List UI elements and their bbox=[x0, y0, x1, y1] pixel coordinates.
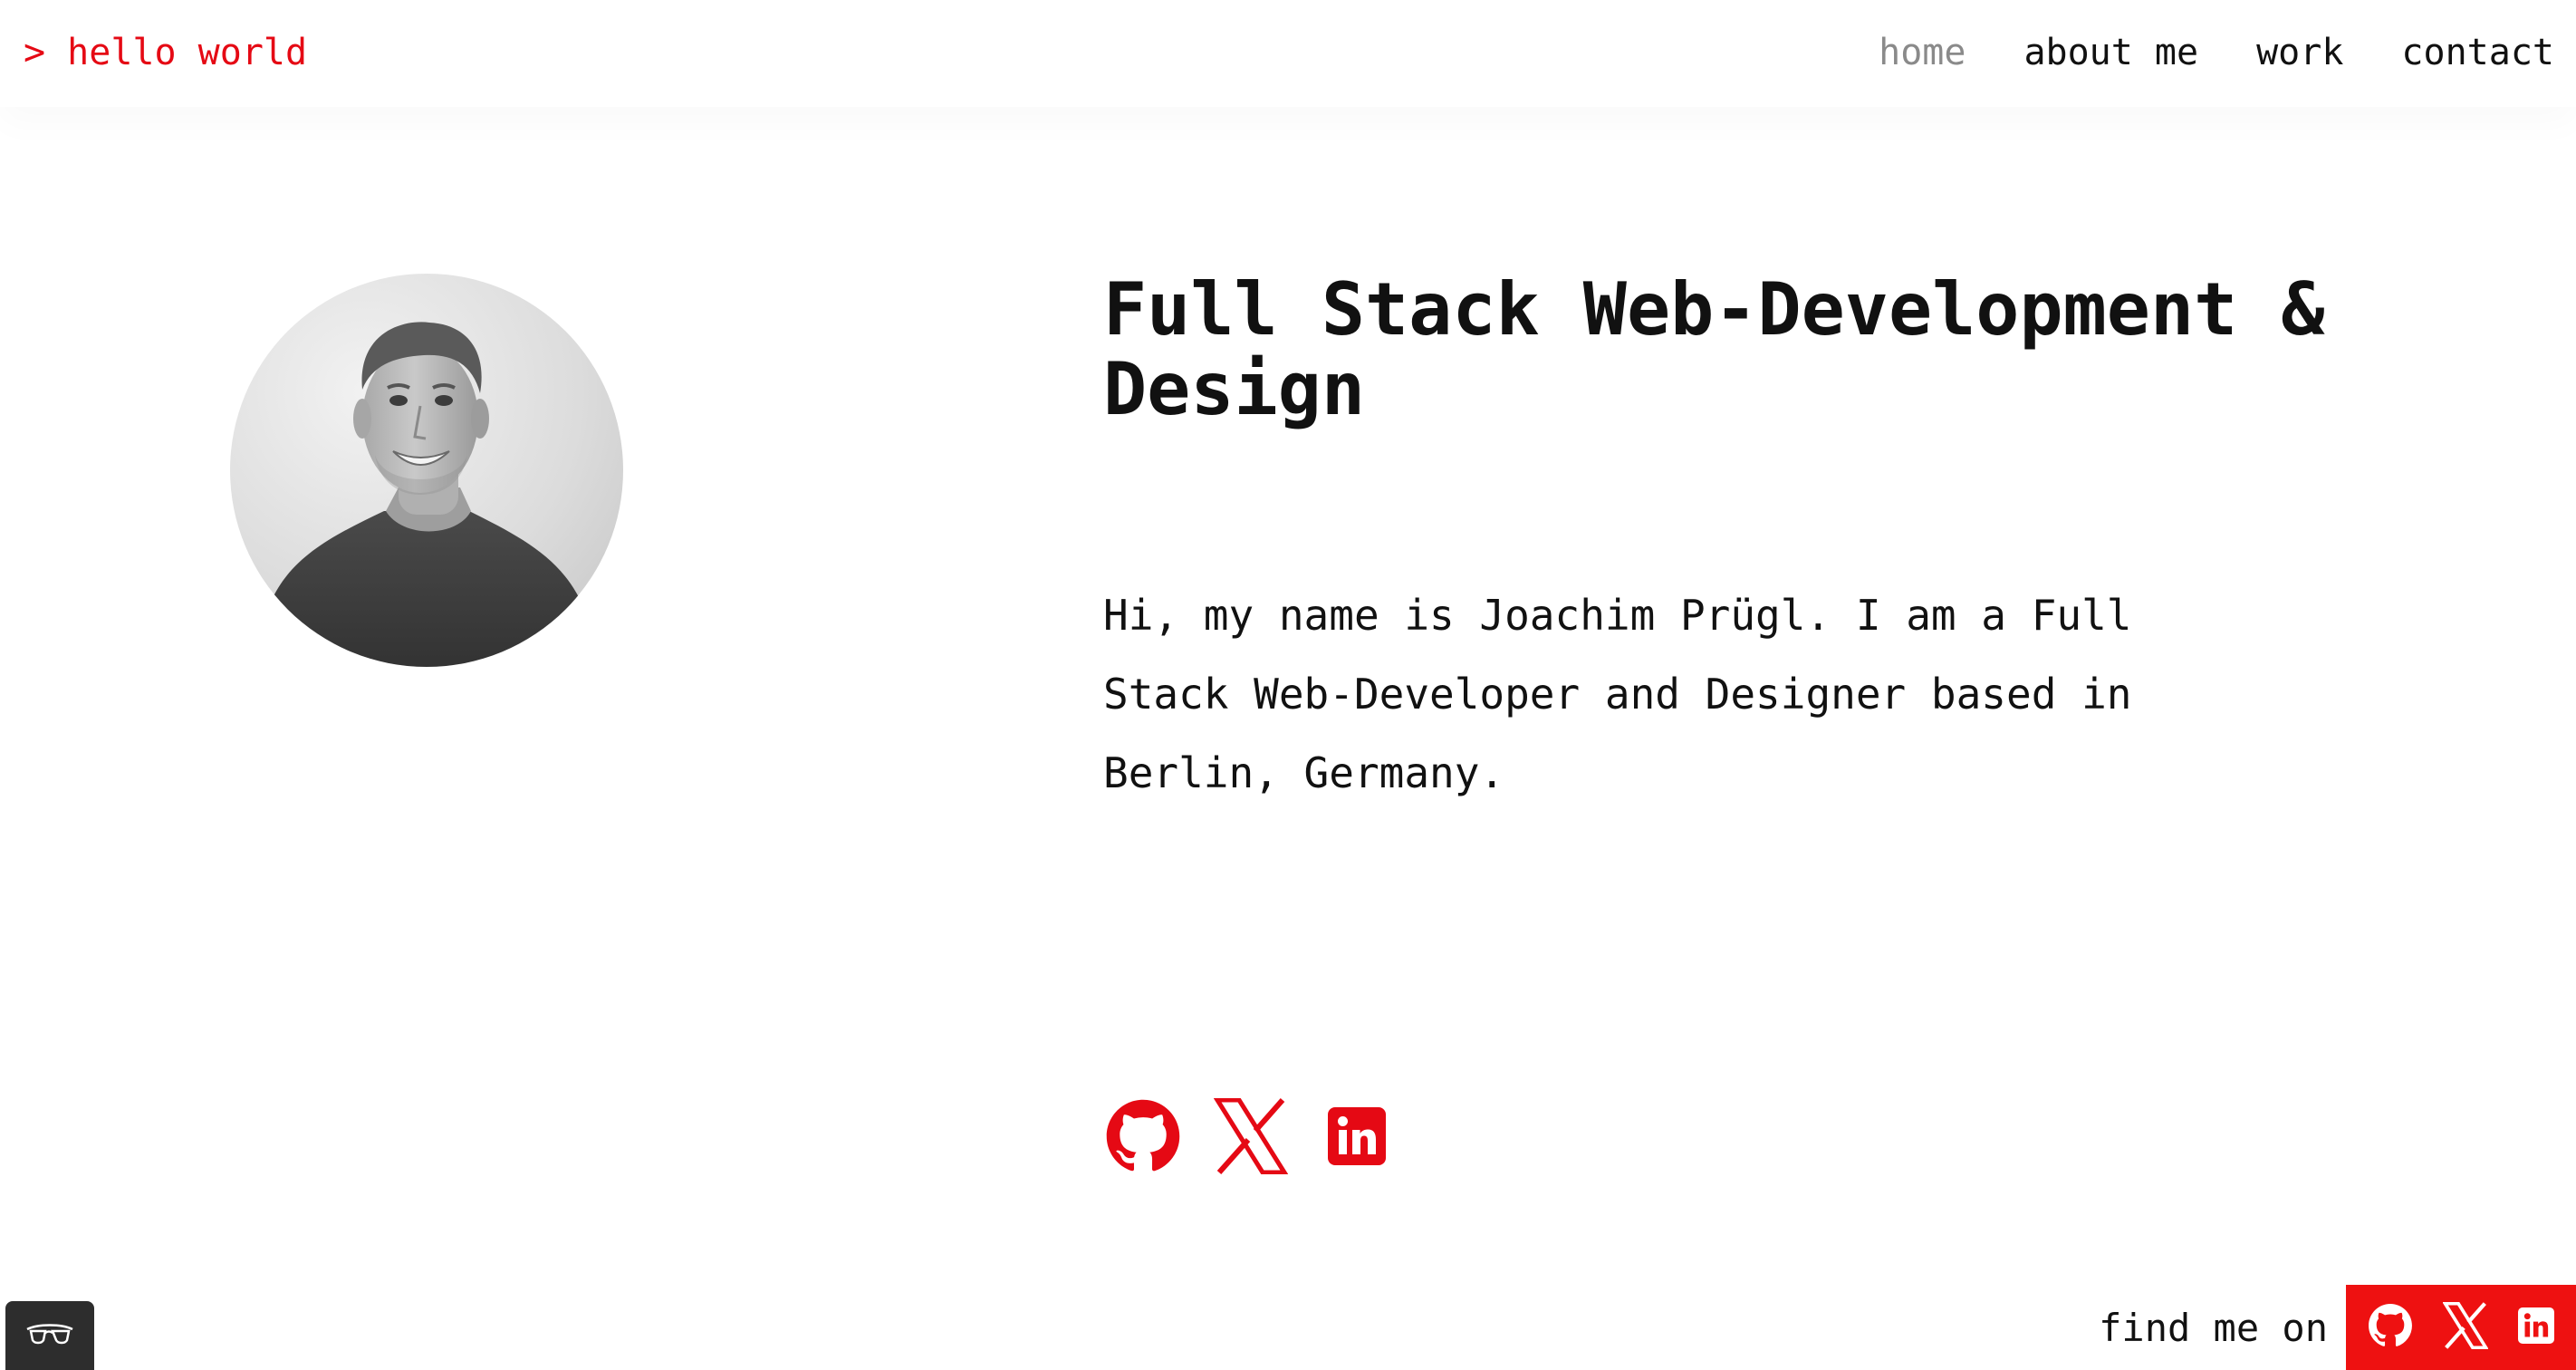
page-headline: Full Stack Web-Development & Design bbox=[1103, 267, 2325, 431]
main-nav: home about me work contact bbox=[1879, 27, 2554, 78]
site-header: > hello world home about me work contact bbox=[0, 0, 2576, 107]
glasses-icon bbox=[25, 1320, 74, 1351]
nav-contact[interactable]: contact bbox=[2401, 27, 2554, 78]
linkedin-icon[interactable] bbox=[2517, 1307, 2554, 1347]
accessibility-toggle[interactable] bbox=[5, 1301, 94, 1370]
find-me-on-label: find me on bbox=[2099, 1306, 2328, 1350]
nav-home[interactable]: home bbox=[1879, 27, 1966, 78]
x-icon[interactable] bbox=[1213, 1097, 1289, 1175]
github-icon[interactable] bbox=[1105, 1098, 1181, 1174]
intro-text: Hi, my name is Joachim Prügl. I am a Ful… bbox=[1103, 591, 2132, 797]
x-icon[interactable] bbox=[2442, 1301, 2489, 1353]
linkedin-icon[interactable] bbox=[1328, 1107, 1386, 1165]
social-links bbox=[1105, 1097, 1386, 1175]
site-logo[interactable]: > hello world bbox=[24, 27, 307, 78]
profile-photo bbox=[230, 274, 623, 667]
github-icon[interactable] bbox=[2368, 1303, 2413, 1352]
nav-about-me[interactable]: about me bbox=[2023, 27, 2198, 78]
footer-social-bar bbox=[2346, 1285, 2576, 1370]
nav-work[interactable]: work bbox=[2256, 27, 2343, 78]
